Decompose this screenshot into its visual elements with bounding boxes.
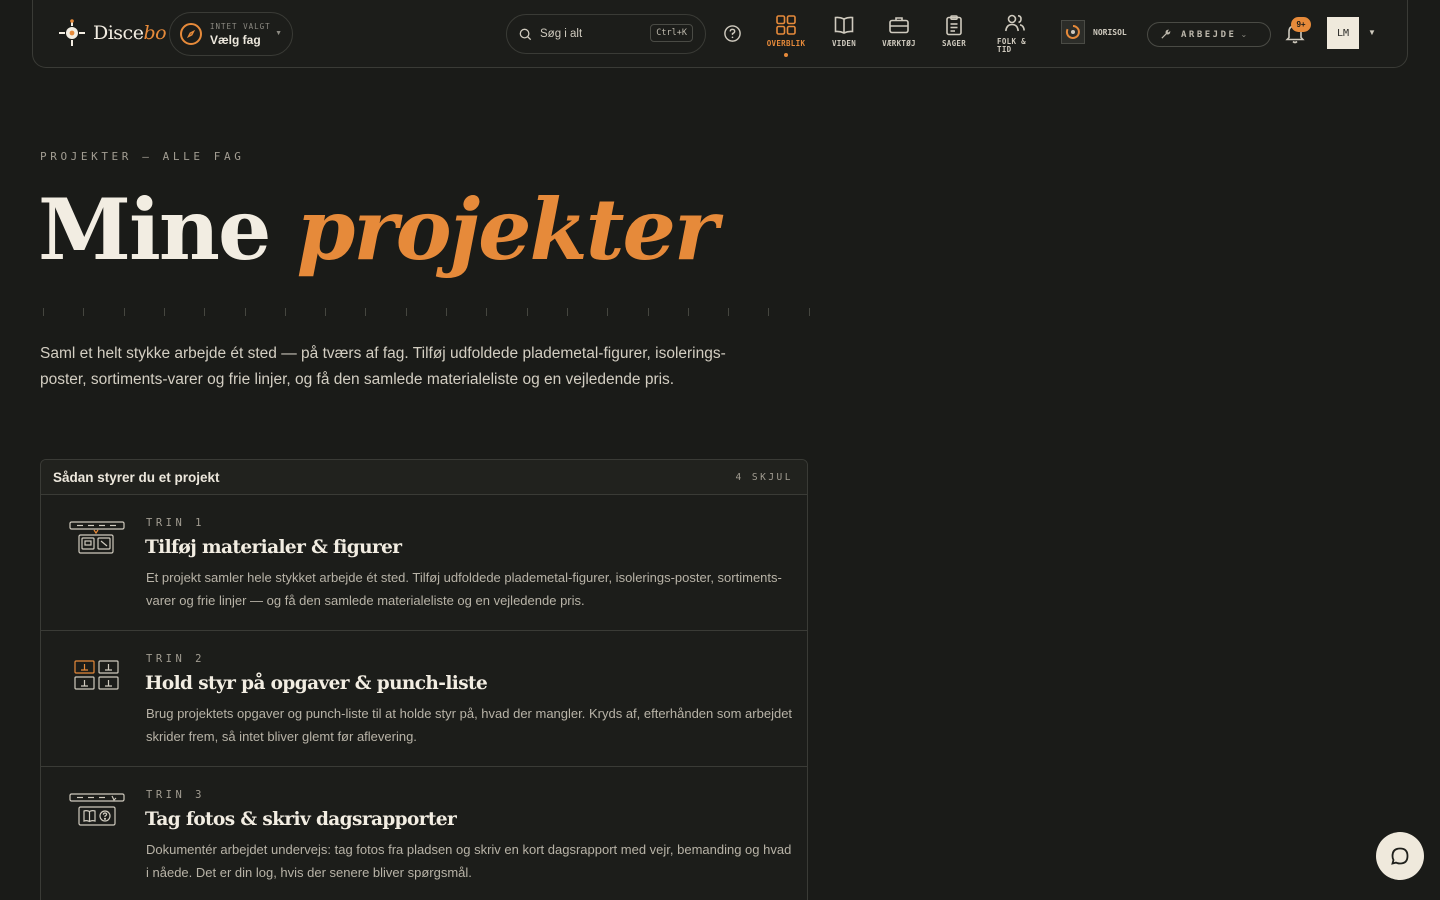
tasks-illustration-icon (74, 660, 119, 690)
help-icon[interactable] (723, 24, 742, 43)
page-eyebrow: PROJEKTER — ALLE FAG (40, 150, 245, 163)
compass-icon (180, 23, 202, 45)
step-title: Hold styr på opgaver & punch-liste (145, 673, 488, 694)
page-lead: Saml et helt stykke arbejde ét sted — på… (40, 345, 726, 388)
grid-icon (776, 15, 796, 35)
step-title: Tilføj materialer & figurer (145, 537, 402, 558)
step-number: TRIN 2 (146, 653, 205, 665)
nav-folk-og-tid[interactable]: FOLK & TID (989, 12, 1041, 58)
ruler-tick (768, 308, 770, 316)
ruler-tick (163, 308, 165, 316)
ruler-tick (365, 308, 367, 316)
nav-viden[interactable]: VIDEN (818, 14, 870, 60)
nav-label: OVERBLIK (766, 39, 806, 48)
step-description: Brug projektets opgaver og punch-liste t… (146, 706, 793, 744)
search-shortcut: Ctrl+K (650, 24, 693, 42)
guide-hide-toggle[interactable]: 4 SKJUL (735, 472, 793, 483)
guide-step: TRIN 3 Tag fotos & skriv dagsrapporter D… (41, 767, 807, 900)
ruler-tick (526, 308, 528, 316)
nav-label: VÆRKTØJ (882, 39, 916, 48)
nav-label: SAGER (941, 39, 967, 48)
step-description: Dokumentér arbejdet undervejs: tag fotos… (146, 842, 792, 880)
brand-name-accent: bo (143, 22, 167, 44)
fag-select-hint: INTET VALGT (210, 21, 271, 31)
clipboard-icon (946, 15, 962, 36)
book-icon (834, 16, 854, 34)
mode-switcher[interactable]: ARBEJDE ⌄ (1147, 22, 1271, 47)
org-logo-icon (1061, 20, 1085, 44)
ruler-tick (405, 308, 407, 316)
chevron-down-icon: ⌄ (1240, 30, 1248, 39)
org-switcher[interactable]: NORISOL (1061, 20, 1127, 44)
ruler-tick (486, 308, 488, 316)
decorative-ruler (43, 308, 810, 316)
step-description: Et projekt samler hele stykket arbejde é… (146, 570, 782, 608)
project-guide: Sådan styrer du et projekt 4 SKJUL TRIN … (40, 459, 808, 900)
ruler-tick (284, 308, 286, 316)
guide-title: Sådan styrer du et projekt (53, 469, 220, 485)
nav-vaerktoej[interactable]: VÆRKTØJ (873, 14, 925, 60)
brand-logo[interactable]: Discebo (57, 18, 167, 48)
ruler-tick (325, 308, 327, 316)
wrench-icon (1161, 29, 1171, 39)
nav-label: FOLK & TID (997, 37, 1026, 54)
materials-illustration-icon (69, 521, 125, 554)
page-title-plain: Mine (38, 180, 271, 279)
ruler-tick (123, 308, 125, 316)
guide-header: Sådan styrer du et projekt 4 SKJUL (41, 460, 807, 495)
search-icon (519, 28, 532, 40)
ruler-tick (43, 308, 44, 316)
nav-label: VIDEN (831, 39, 857, 48)
ruler-tick (83, 308, 85, 316)
logo-mark-icon (59, 19, 85, 46)
avatar[interactable]: LM (1327, 17, 1359, 49)
step-number: TRIN 1 (146, 517, 205, 529)
ruler-tick (566, 308, 568, 316)
ruler-tick (607, 308, 609, 316)
fag-select[interactable]: INTET VALGT Vælg fag ▼ (169, 12, 293, 56)
brand-name: Discebo (93, 22, 167, 44)
ruler-tick (647, 308, 649, 316)
ruler-tick (446, 308, 447, 316)
mode-label: ARBEJDE (1181, 29, 1237, 40)
nav-sager[interactable]: SAGER (928, 14, 980, 60)
search-placeholder: Søg i alt (540, 28, 583, 40)
photos-illustration-icon (69, 793, 125, 826)
chat-button[interactable] (1376, 832, 1424, 880)
chevron-down-icon[interactable]: ▼ (1368, 28, 1376, 37)
guide-step: TRIN 2 Hold styr på opgaver & punch-list… (41, 631, 807, 767)
people-icon (1005, 14, 1025, 32)
search-input[interactable]: Søg i alt Ctrl+K (506, 14, 706, 54)
ruler-tick (687, 308, 689, 316)
ruler-tick (808, 308, 810, 316)
nav-overblik[interactable]: OVERBLIK (760, 14, 812, 60)
active-indicator (784, 53, 788, 57)
notification-badge: 9+ (1291, 17, 1311, 32)
org-name: NORISOL (1093, 27, 1127, 37)
chevron-down-icon: ▼ (275, 30, 282, 37)
brand-name-plain: Disce (93, 22, 144, 44)
top-bar: Discebo INTET VALGT Vælg fag ▼ Søg i alt… (32, 0, 1408, 68)
chat-bubble-icon (1391, 847, 1409, 865)
page-title: Mine projekter (38, 180, 719, 280)
step-number: TRIN 3 (146, 789, 205, 801)
ruler-tick (244, 308, 246, 316)
page-title-accent: projekter (296, 180, 719, 279)
guide-step: TRIN 1 Tilføj materialer & figurer Et pr… (41, 495, 807, 631)
ruler-tick (204, 308, 206, 316)
step-title: Tag fotos & skriv dagsrapporter (145, 809, 457, 830)
toolbox-icon (889, 17, 909, 34)
fag-select-value: Vælg fag (210, 32, 261, 47)
ruler-tick (728, 308, 730, 316)
